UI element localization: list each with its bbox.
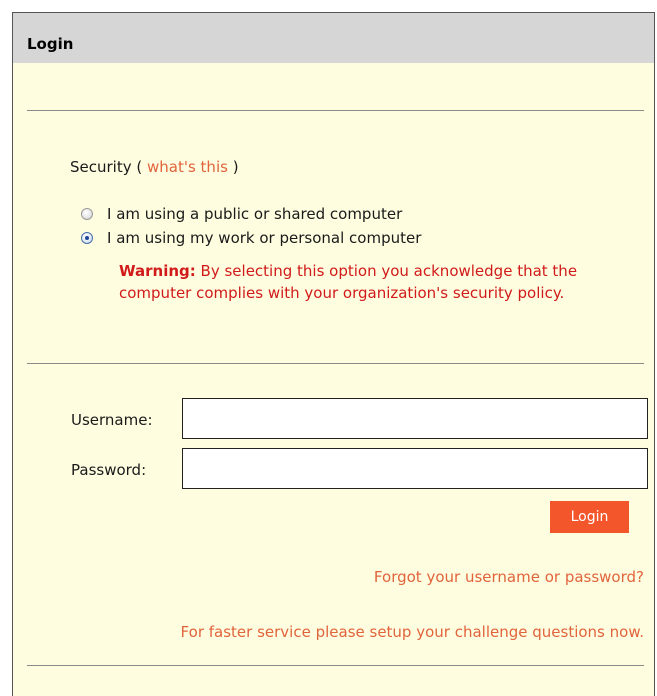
radio-public-computer[interactable] xyxy=(81,208,93,220)
security-close-paren: ) xyxy=(232,158,239,176)
forgot-credentials-link[interactable]: Forgot your username or password? xyxy=(374,568,644,586)
divider-top xyxy=(27,110,644,111)
login-panel: Login Security ( what's this ) I am usin… xyxy=(12,12,655,696)
radio-work-computer[interactable] xyxy=(81,232,93,244)
password-label: Password: xyxy=(71,461,147,479)
username-input[interactable] xyxy=(182,398,648,439)
radio-public-label[interactable]: I am using a public or shared computer xyxy=(107,205,402,223)
security-label: Security ( xyxy=(70,158,143,176)
security-heading: Security ( what's this ) xyxy=(70,158,239,176)
password-input[interactable] xyxy=(182,448,648,489)
panel-title: Login xyxy=(27,35,74,53)
challenge-questions-link[interactable]: For faster service please setup your cha… xyxy=(181,623,644,641)
warning-heading: Warning: xyxy=(119,262,196,280)
radio-work-label[interactable]: I am using my work or personal computer xyxy=(107,229,421,247)
username-label: Username: xyxy=(71,411,153,429)
radio-option-work[interactable]: I am using my work or personal computer xyxy=(81,228,421,248)
divider-bottom xyxy=(27,665,644,666)
radio-option-public[interactable]: I am using a public or shared computer xyxy=(81,204,402,224)
panel-header: Login xyxy=(13,13,654,63)
security-warning: Warning: By selecting this option you ac… xyxy=(119,260,639,304)
login-button[interactable]: Login xyxy=(550,501,629,533)
divider-middle xyxy=(27,363,644,364)
whats-this-link[interactable]: what's this xyxy=(147,158,228,176)
